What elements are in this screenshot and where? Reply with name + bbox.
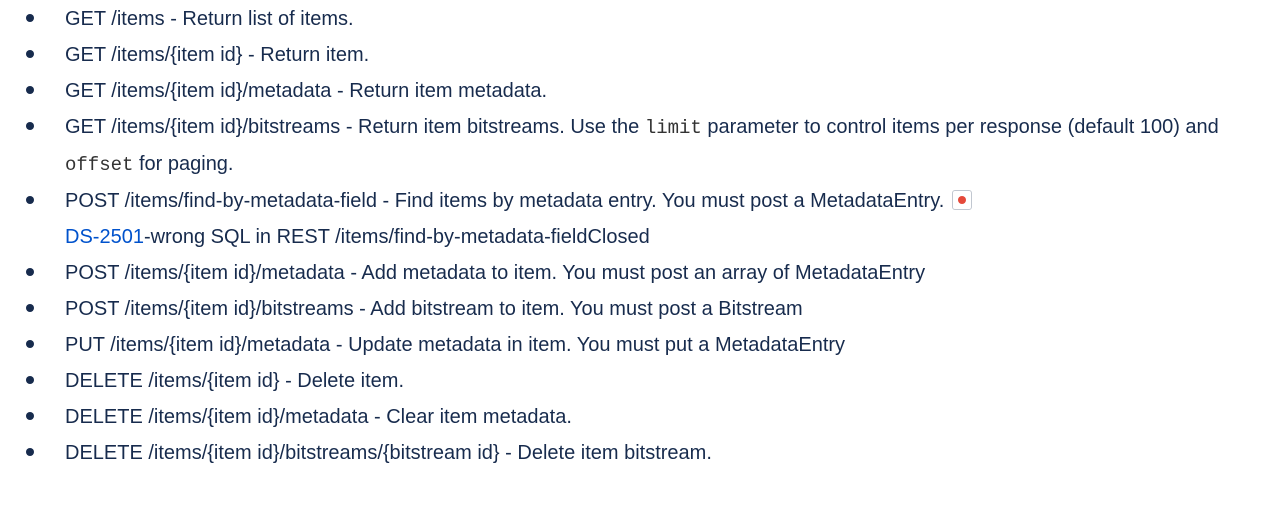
- list-item: GET /items/{item id}/bitstreams - Return…: [26, 109, 1266, 183]
- endpoint-text: POST /items/{item id}/bitstreams - Add b…: [65, 298, 803, 320]
- endpoint-text: GET /items/{item id}/bitstreams - Return…: [65, 116, 645, 138]
- list-item: POST /items/{item id}/bitstreams - Add b…: [26, 291, 1266, 327]
- param-offset-code: offset: [65, 154, 134, 176]
- list-item: POST /items/{item id}/metadata - Add met…: [26, 255, 1266, 291]
- endpoint-text: PUT /items/{item id}/metadata - Update m…: [65, 334, 846, 356]
- issue-status: Closed: [587, 226, 650, 248]
- endpoint-text: GET /items/{item id} - Return item.: [65, 44, 370, 66]
- list-item: GET /items/{item id} - Return item.: [26, 37, 1266, 73]
- bullet-icon: [26, 448, 34, 456]
- bullet-icon: [26, 412, 34, 420]
- bullet-icon: [26, 122, 34, 130]
- bullet-icon: [26, 340, 34, 348]
- endpoint-text: POST /items/find-by-metadata-field - Fin…: [65, 190, 945, 212]
- endpoint-text: GET /items - Return list of items.: [65, 8, 354, 30]
- list-item: DELETE /items/{item id}/bitstreams/{bits…: [26, 435, 1266, 471]
- list-item: GET /items/{item id}/metadata - Return i…: [26, 73, 1266, 109]
- endpoint-text: DELETE /items/{item id} - Delete item.: [65, 370, 405, 392]
- bullet-icon: [26, 50, 34, 58]
- endpoint-text: DELETE /items/{item id}/metadata - Clear…: [65, 406, 572, 428]
- list-item: DELETE /items/{item id}/metadata - Clear…: [26, 399, 1266, 435]
- param-limit-code: limit: [644, 117, 702, 139]
- list-item: GET /items - Return list of items.: [26, 1, 1266, 37]
- list-item: PUT /items/{item id}/metadata - Update m…: [26, 327, 1266, 363]
- endpoint-text: for paging.: [133, 153, 234, 175]
- endpoint-text: parameter to control items per response …: [701, 116, 1219, 138]
- endpoint-list: GET /items - Return list of items. GET /…: [26, 0, 1266, 471]
- bullet-icon: [26, 196, 34, 204]
- endpoint-text: DELETE /items/{item id}/bitstreams/{bits…: [65, 442, 712, 464]
- bullet-icon: [26, 268, 34, 276]
- list-item: POST /items/find-by-metadata-field - Fin…: [26, 183, 1266, 255]
- list-item: DELETE /items/{item id} - Delete item.: [26, 363, 1266, 399]
- issue-link-ds-2501[interactable]: DS-2501: [65, 226, 144, 248]
- bullet-icon: [26, 14, 34, 22]
- bullet-icon: [26, 86, 34, 94]
- bullet-icon: [26, 304, 34, 312]
- bullet-icon: [26, 376, 34, 384]
- bug-icon: [952, 190, 973, 210]
- endpoint-text: GET /items/{item id}/metadata - Return i…: [65, 80, 548, 102]
- endpoint-text: POST /items/{item id}/metadata - Add met…: [65, 262, 926, 284]
- issue-summary: -wrong SQL in REST /items/find-by-metada…: [143, 226, 588, 248]
